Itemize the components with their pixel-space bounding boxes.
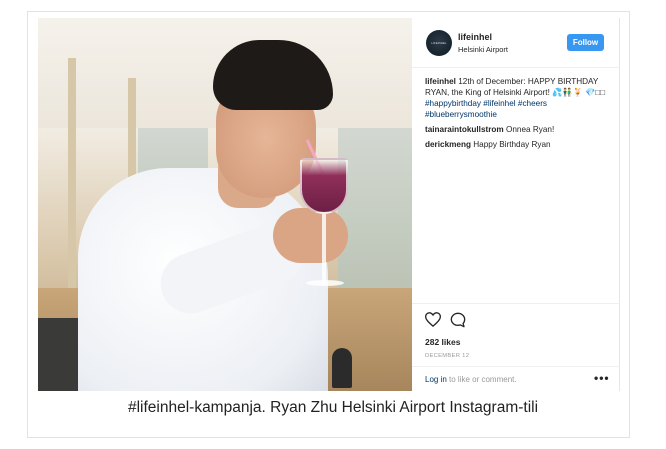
photo-glass-base	[306, 280, 344, 286]
post-header: LIFEINHEL lifeinhel Helsinki Airport Fol…	[412, 18, 620, 68]
hashtag-link[interactable]: #blueberrysmoothie	[425, 110, 497, 119]
post-date: DECEMBER 12	[425, 353, 470, 359]
comment-username[interactable]: tainaraintokullstrom	[425, 125, 504, 134]
likes-count[interactable]: 282 likes	[425, 337, 460, 347]
heart-icon[interactable]	[425, 312, 441, 327]
login-bar: Log in to like or comment. •••	[412, 366, 620, 392]
post-actions: 282 likes DECEMBER 12 Log in to like or …	[412, 303, 620, 391]
photo-smoothie-glass	[300, 158, 348, 214]
caption-comment: lifeinhel 12th of December: HAPPY BIRTHD…	[425, 76, 611, 120]
list-item: derickmeng Happy Birthday Ryan	[425, 139, 611, 150]
post-sidebar: LIFEINHEL lifeinhel Helsinki Airport Fol…	[412, 18, 620, 391]
hashtag-link[interactable]: #lifeinhel	[483, 99, 515, 108]
photo-background-person	[332, 348, 352, 388]
avatar-logo-text: LIFEINHEL	[431, 41, 447, 45]
hashtag-link[interactable]: #happybirthday	[425, 99, 481, 108]
comments-list: lifeinhel 12th of December: HAPPY BIRTHD…	[425, 76, 611, 154]
comment-username[interactable]: derickmeng	[425, 140, 471, 149]
comment-text: Onnea Ryan!	[506, 125, 555, 134]
hashtag-link[interactable]: #cheers	[518, 99, 547, 108]
comment-text: Happy Birthday Ryan	[473, 140, 551, 149]
post-location[interactable]: Helsinki Airport	[458, 45, 508, 54]
login-prompt: Log in to like or comment.	[425, 375, 517, 384]
photo-glass-stem	[322, 214, 326, 284]
photo-window	[338, 128, 412, 288]
login-prompt-text: to like or comment.	[446, 375, 517, 384]
follow-button[interactable]: Follow	[567, 34, 604, 51]
photo-column	[68, 58, 76, 288]
post-photo[interactable]	[38, 18, 412, 391]
figure-caption: #lifeinhel-kampanja. Ryan Zhu Helsinki A…	[127, 399, 539, 416]
photo-hand	[273, 208, 348, 263]
comment-icon[interactable]	[450, 312, 466, 328]
avatar[interactable]: LIFEINHEL	[426, 30, 452, 56]
caption-username[interactable]: lifeinhel	[425, 77, 456, 86]
list-item: tainaraintokullstrom Onnea Ryan!	[425, 124, 611, 135]
more-options-icon[interactable]: •••	[594, 371, 610, 385]
post-username[interactable]: lifeinhel	[458, 32, 492, 42]
login-link[interactable]: Log in	[425, 375, 447, 384]
